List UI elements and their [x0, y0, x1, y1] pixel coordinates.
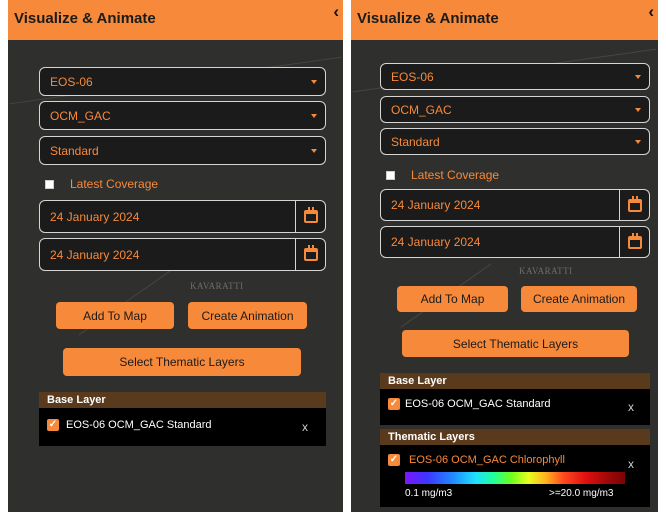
base-layer-item: ✓ EOS-06 OCM_GAC Standard x: [39, 408, 326, 446]
caret-down-icon: [635, 139, 641, 144]
visualize-panel-left: KAVARATTI Visualize & Animate ‹ EOS-06 O…: [8, 0, 343, 512]
calendar-icon: [303, 245, 318, 261]
select-thematic-layers-button[interactable]: Select Thematic Layers: [402, 330, 629, 357]
thematic-layer-item: ✓ EOS-06 OCM_GAC Chlorophyll x 0.1 mg/m3…: [380, 445, 650, 507]
latest-coverage-checkbox[interactable]: [45, 179, 54, 189]
sensor-select-value: OCM_GAC: [50, 108, 111, 123]
calendar-icon: [627, 195, 642, 212]
end-date-calendar-button[interactable]: [619, 227, 649, 257]
create-animation-button[interactable]: Create Animation: [188, 302, 307, 329]
end-date-field[interactable]: 24 January 2024: [39, 238, 326, 271]
start-date-field[interactable]: 24 January 2024: [380, 189, 650, 221]
latest-coverage-checkbox[interactable]: [386, 170, 395, 180]
product-select-value: Standard: [391, 134, 440, 149]
latest-coverage-label: Latest Coverage: [411, 168, 500, 182]
visualize-panel-right: KAVARATTI Visualize & Animate ‹ EOS-06 O…: [351, 0, 658, 512]
satellite-select-value: EOS-06: [50, 74, 93, 89]
map-label: KAVARATTI: [190, 281, 244, 291]
sensor-select[interactable]: OCM_GAC: [39, 101, 326, 130]
sensor-select[interactable]: OCM_GAC: [380, 96, 650, 123]
caret-down-icon: [635, 107, 641, 112]
close-icon[interactable]: x: [302, 420, 308, 434]
close-icon[interactable]: x: [628, 400, 634, 414]
satellite-select[interactable]: EOS-06: [380, 63, 650, 90]
start-date-calendar-button[interactable]: [619, 190, 649, 220]
end-date-value: 24 January 2024: [391, 235, 481, 249]
latest-coverage-row: Latest Coverage: [45, 177, 158, 191]
product-select-value: Standard: [50, 143, 99, 158]
base-layer-checkbox[interactable]: ✓: [388, 398, 400, 410]
start-date-field[interactable]: 24 January 2024: [39, 200, 326, 233]
end-date-value: 24 January 2024: [50, 247, 140, 262]
latest-coverage-row: Latest Coverage: [386, 168, 499, 182]
caret-down-icon: [311, 79, 317, 84]
thematic-layer-name: EOS-06 OCM_GAC Chlorophyll: [409, 454, 565, 466]
base-layer-item: ✓ EOS-06 OCM_GAC Standard x: [380, 389, 650, 425]
create-animation-button[interactable]: Create Animation: [521, 286, 637, 312]
product-select[interactable]: Standard: [380, 128, 650, 155]
color-scale-min-label: 0.1 mg/m3: [405, 488, 453, 499]
end-date-calendar-button[interactable]: [295, 239, 325, 270]
start-date-value: 24 January 2024: [391, 198, 481, 212]
chlorophyll-color-scale: [405, 472, 625, 484]
satellite-select[interactable]: EOS-06: [39, 67, 326, 96]
panel-header: Visualize & Animate ‹: [351, 0, 658, 40]
start-date-calendar-button[interactable]: [295, 201, 325, 232]
satellite-select-value: EOS-06: [391, 69, 434, 84]
sensor-select-value: OCM_GAC: [391, 102, 452, 117]
calendar-icon: [627, 232, 642, 249]
caret-down-icon: [311, 148, 317, 153]
thematic-layer-checkbox[interactable]: ✓: [388, 454, 400, 466]
panel-title: Visualize & Animate: [357, 10, 499, 27]
thematic-layers-header: Thematic Layers: [380, 429, 650, 445]
caret-down-icon: [635, 74, 641, 79]
base-layer-name: EOS-06 OCM_GAC Standard: [66, 419, 212, 431]
caret-down-icon: [311, 113, 317, 118]
start-date-value: 24 January 2024: [50, 209, 140, 224]
chevron-left-icon[interactable]: ‹: [648, 3, 654, 20]
close-icon[interactable]: x: [628, 457, 634, 471]
product-select[interactable]: Standard: [39, 136, 326, 165]
panel-header: Visualize & Animate ‹: [8, 0, 343, 40]
map-label: KAVARATTI: [519, 266, 573, 276]
add-to-map-button[interactable]: Add To Map: [56, 302, 174, 329]
base-layer-name: EOS-06 OCM_GAC Standard: [405, 398, 551, 410]
base-layer-header: Base Layer: [380, 373, 650, 389]
panel-title: Visualize & Animate: [14, 10, 156, 27]
add-to-map-button[interactable]: Add To Map: [397, 286, 508, 312]
color-scale-max-label: >=20.0 mg/m3: [549, 488, 614, 499]
base-layer-header: Base Layer: [39, 392, 326, 408]
calendar-icon: [303, 207, 318, 223]
chevron-left-icon[interactable]: ‹: [333, 3, 339, 20]
latest-coverage-label: Latest Coverage: [70, 177, 159, 191]
end-date-field[interactable]: 24 January 2024: [380, 226, 650, 258]
select-thematic-layers-button[interactable]: Select Thematic Layers: [63, 348, 301, 376]
base-layer-checkbox[interactable]: ✓: [47, 419, 59, 431]
